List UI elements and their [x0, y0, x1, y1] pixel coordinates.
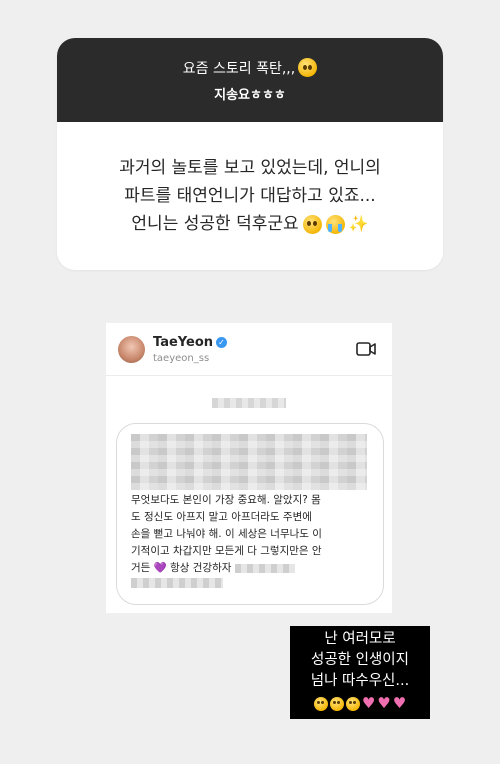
- pink-heart-icon: ♥: [377, 694, 391, 712]
- answer-line-3: 언니는 성공한 덕후군요: [131, 214, 299, 234]
- message-text: 무엇보다도 본인이 가장 중요해. 알았지? 몸 도 정신도 아프지 말고 아프…: [131, 492, 375, 577]
- story-caption: 난 여러모로 성공한 인생이지 넘나 따수우신... ♥ ♥ ♥: [290, 626, 430, 719]
- dm-screenshot: TaeYeon ✓ taeyeon_ss 무엇보다도 본인이 가장 중요해. 알…: [106, 323, 392, 613]
- blurred-text-line: [131, 578, 223, 588]
- answer-line-2: 파트를 태연언니가 대답하고 있죠...: [124, 186, 376, 206]
- message-line: 손을 뻗고 나눠야 해. 이 세상은 너무나도 이: [131, 528, 322, 540]
- pleading-face-icon: [345, 696, 360, 711]
- pleading-face-icon: [329, 696, 344, 711]
- pink-heart-icon: ♥: [361, 694, 376, 712]
- blurred-text-block: [131, 434, 367, 490]
- answer-line-1: 과거의 놀토를 보고 있었는데, 언니의: [119, 158, 381, 178]
- question-sticker: 요즘 스토리 폭탄,,, 지송요ㅎㅎㅎ 과거의 놀토를 보고 있었는데, 언니의…: [57, 38, 443, 270]
- message-line: 기적이고 차갑지만 모든게 다 그렇지만은 안: [131, 545, 322, 557]
- pleading-face-icon: [313, 696, 328, 711]
- crying-face-icon: [325, 214, 345, 234]
- pink-heart-icon: ♥: [392, 694, 407, 712]
- message-line: 도 정신도 아프지 말고 아프더라도 주변에: [131, 511, 312, 523]
- message-line-end: 항상 건강하자: [170, 562, 232, 574]
- message-line: 거든: [131, 562, 151, 574]
- blurred-text-inline: [234, 563, 295, 573]
- message-line: 무엇보다도 본인이 가장 중요해. 알았지? 몸: [131, 494, 321, 506]
- verified-badge-icon: ✓: [216, 336, 228, 348]
- message-bubble: 무엇보다도 본인이 가장 중요해. 알았지? 몸 도 정신도 아프지 말고 아프…: [116, 423, 384, 605]
- question-header: 요즘 스토리 폭탄,,, 지송요ㅎㅎㅎ: [57, 38, 443, 122]
- question-header-subtext: 지송요ㅎㅎㅎ: [214, 87, 286, 103]
- blurred-timestamp: [212, 398, 286, 408]
- purple-heart-icon: 💜: [153, 562, 167, 574]
- dm-header: TaeYeon ✓ taeyeon_ss: [106, 323, 392, 376]
- caption-emoji-row: ♥ ♥ ♥: [290, 693, 430, 714]
- pleading-face-icon: [302, 214, 322, 234]
- question-answer-text: 과거의 놀토를 보고 있었는데, 언니의 파트를 태연언니가 대답하고 있죠..…: [57, 122, 443, 270]
- video-call-icon[interactable]: [356, 341, 376, 357]
- dm-handle: taeyeon_ss: [153, 352, 210, 364]
- caption-line-1: 난 여러모로: [324, 631, 396, 647]
- avatar: [118, 335, 145, 363]
- hugging-face-icon: [298, 58, 318, 77]
- caption-line-2: 성공한 인생이지: [311, 652, 409, 668]
- dm-username: TaeYeon: [153, 334, 214, 350]
- sparkles-icon: ✨: [348, 214, 369, 233]
- question-header-text: 요즘 스토리 폭탄,,,: [182, 60, 296, 77]
- caption-line-3: 넘나 따수우신...: [310, 673, 410, 689]
